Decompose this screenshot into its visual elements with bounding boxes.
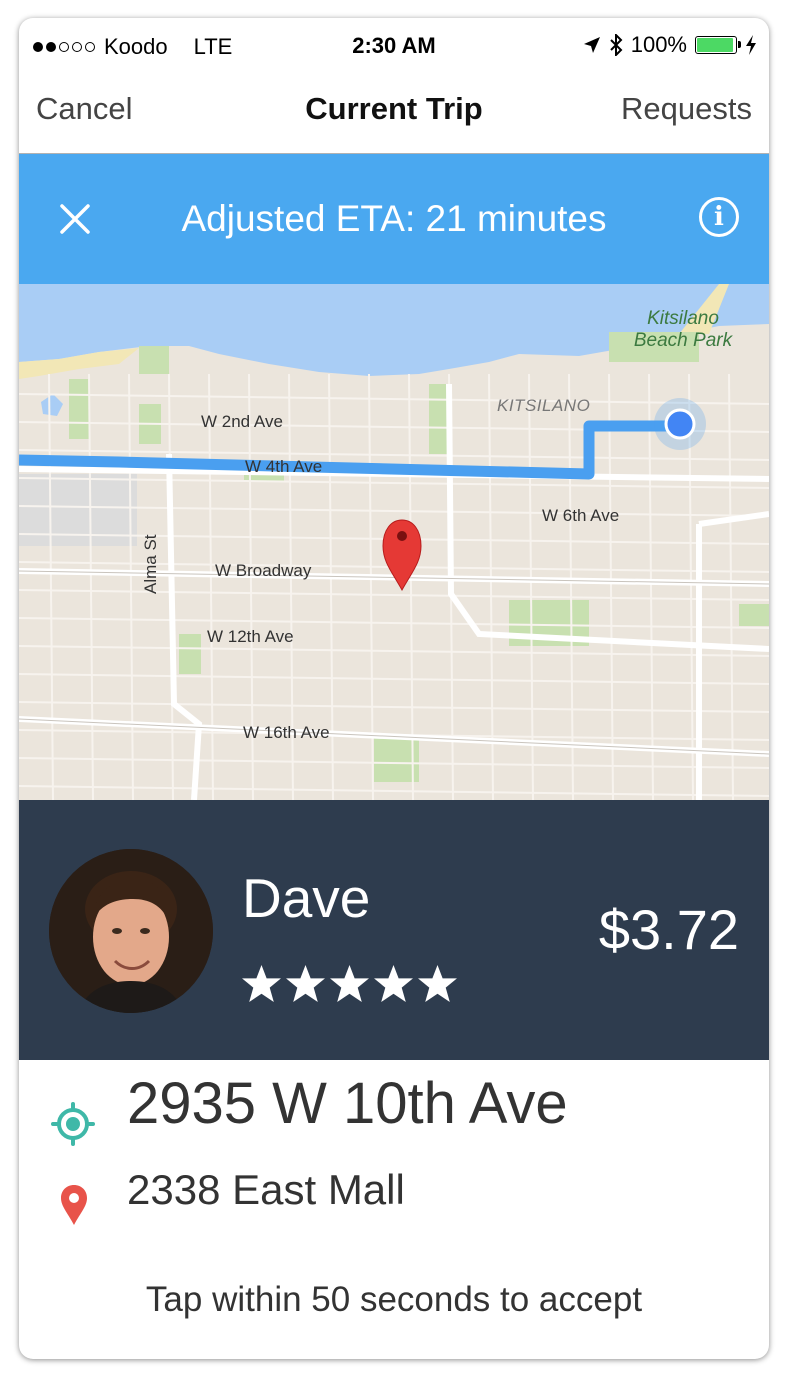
- map-label-w4th: W 4th Ave: [245, 457, 323, 476]
- driver-rating: [241, 963, 458, 1004]
- map-label-broadway: W Broadway: [215, 561, 312, 580]
- map-view[interactable]: Kitsilano Beach Park KITSILANO W 2nd Ave…: [19, 284, 769, 800]
- map-label-neighborhood: KITSILANO: [497, 396, 591, 415]
- pickup-target-icon: [51, 1102, 95, 1146]
- driver-name: Dave: [242, 867, 371, 929]
- star-icon: [330, 965, 369, 1002]
- driver-panel: Dave $3.72: [19, 800, 769, 1060]
- eta-banner: Adjusted ETA: 21 minutes i: [19, 154, 769, 284]
- navigation-bar: Cancel Current Trip Requests: [19, 73, 769, 154]
- map-label-w16th: W 16th Ave: [243, 723, 330, 742]
- map-label-alma: Alma St: [141, 534, 160, 594]
- pickup-address: 2935 W 10th Ave: [127, 1071, 568, 1136]
- info-icon[interactable]: i: [699, 197, 739, 237]
- map-label-w6th: W 6th Ave: [542, 506, 620, 525]
- charging-icon: [746, 35, 756, 55]
- bluetooth-icon: [610, 34, 623, 56]
- requests-button[interactable]: Requests: [621, 91, 752, 127]
- star-icon: [286, 965, 325, 1002]
- map-canvas: [19, 284, 769, 800]
- star-icon: [418, 965, 457, 1002]
- avatar: [49, 849, 213, 1013]
- accept-hint[interactable]: Tap within 50 seconds to accept: [19, 1280, 769, 1320]
- status-bar: Koodo LTE 2:30 AM 100%: [19, 18, 769, 73]
- star-icon: [374, 965, 413, 1002]
- phone-screen: Koodo LTE 2:30 AM 100% Cancel Current Tr…: [19, 18, 769, 1359]
- location-arrow-icon: [583, 37, 600, 53]
- map-label-park: Kitsilano Beach Park: [633, 308, 733, 351]
- map-label-w12th: W 12th Ave: [207, 627, 294, 646]
- dropoff-pin-icon: [61, 1185, 87, 1225]
- battery-icon: [695, 36, 741, 54]
- battery-percent: 100%: [630, 32, 687, 57]
- trip-fare: $3.72: [598, 898, 739, 961]
- dropoff-address: 2338 East Mall: [127, 1166, 405, 1213]
- map-label-w2nd: W 2nd Ave: [201, 412, 283, 431]
- eta-text: Adjusted ETA: 21 minutes: [181, 198, 607, 239]
- star-icon: [242, 965, 281, 1002]
